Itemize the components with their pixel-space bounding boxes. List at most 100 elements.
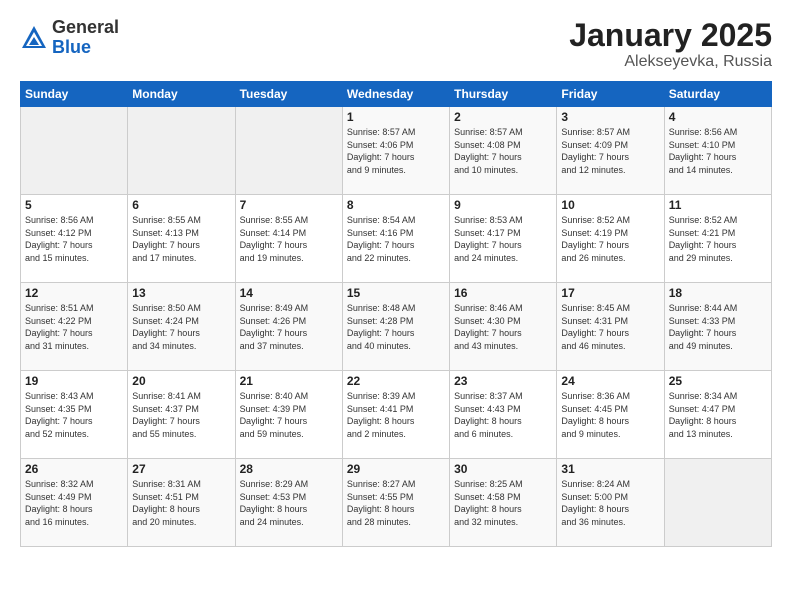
day-info: Sunrise: 8:44 AM Sunset: 4:33 PM Dayligh… <box>669 302 767 352</box>
day-info: Sunrise: 8:41 AM Sunset: 4:37 PM Dayligh… <box>132 390 230 440</box>
table-row: 29 Sunrise: 8:27 AM Sunset: 4:55 PM Dayli… <box>342 459 449 547</box>
table-row: 21Sunrise: 8:40 AM Sunset: 4:39 PM Dayli… <box>235 371 342 459</box>
table-row <box>21 107 128 195</box>
table-row: 19Sunrise: 8:43 AM Sunset: 4:35 PM Dayli… <box>21 371 128 459</box>
table-row: 1 Sunrise: 8:57 AM Sunset: 4:06 PM Daylig… <box>342 107 449 195</box>
col-saturday: Saturday <box>664 82 771 107</box>
table-row: 31 Sunrise: 8:24 AM Sunset: 5:00 PM Dayli… <box>557 459 664 547</box>
day-info: Sunrise: 8:57 AM Sunset: 4:06 PM Dayligh… <box>347 126 445 176</box>
table-row: 25 Sunrise: 8:34 AM Sunset: 4:47 PM Dayli… <box>664 371 771 459</box>
day-info: Sunrise: 8:46 AM Sunset: 4:30 PM Dayligh… <box>454 302 552 352</box>
table-row: 8Sunrise: 8:54 AM Sunset: 4:16 PM Daylig… <box>342 195 449 283</box>
day-number: 26 <box>25 462 123 476</box>
day-info: Sunrise: 8:56 AM Sunset: 4:10 PM Dayligh… <box>669 126 767 176</box>
day-number: 12 <box>25 286 123 300</box>
table-row <box>664 459 771 547</box>
table-row: 7 Sunrise: 8:55 AM Sunset: 4:14 PM Daylig… <box>235 195 342 283</box>
day-info: Sunrise: 8:52 AM Sunset: 4:21 PM Dayligh… <box>669 214 767 264</box>
table-row <box>128 107 235 195</box>
logo: General Blue <box>20 18 119 58</box>
table-row: 9Sunrise: 8:53 AM Sunset: 4:17 PM Daylig… <box>450 195 557 283</box>
day-number: 10 <box>561 198 659 212</box>
table-row: 16 Sunrise: 8:46 AM Sunset: 4:30 PM Dayli… <box>450 283 557 371</box>
logo-text: General Blue <box>52 18 119 58</box>
day-number: 25 <box>669 374 767 388</box>
day-info: Sunrise: 8:24 AM Sunset: 5:00 PM Dayligh… <box>561 478 659 528</box>
day-info: Sunrise: 8:39 AM Sunset: 4:41 PM Dayligh… <box>347 390 445 440</box>
day-number: 14 <box>240 286 338 300</box>
col-friday: Friday <box>557 82 664 107</box>
day-number: 31 <box>561 462 659 476</box>
day-info: Sunrise: 8:55 AM Sunset: 4:13 PM Dayligh… <box>132 214 230 264</box>
day-number: 16 <box>454 286 552 300</box>
day-info: Sunrise: 8:27 AM Sunset: 4:55 PM Dayligh… <box>347 478 445 528</box>
table-row: 2 Sunrise: 8:57 AM Sunset: 4:08 PM Daylig… <box>450 107 557 195</box>
day-info: Sunrise: 8:55 AM Sunset: 4:14 PM Dayligh… <box>240 214 338 264</box>
table-row: 18Sunrise: 8:44 AM Sunset: 4:33 PM Dayli… <box>664 283 771 371</box>
table-row: 15 Sunrise: 8:48 AM Sunset: 4:28 PM Dayli… <box>342 283 449 371</box>
table-row: 3Sunrise: 8:57 AM Sunset: 4:09 PM Daylig… <box>557 107 664 195</box>
day-number: 15 <box>347 286 445 300</box>
day-number: 6 <box>132 198 230 212</box>
col-thursday: Thursday <box>450 82 557 107</box>
day-info: Sunrise: 8:49 AM Sunset: 4:26 PM Dayligh… <box>240 302 338 352</box>
table-row: 23Sunrise: 8:37 AM Sunset: 4:43 PM Dayli… <box>450 371 557 459</box>
table-row: 11Sunrise: 8:52 AM Sunset: 4:21 PM Dayli… <box>664 195 771 283</box>
table-row: 12Sunrise: 8:51 AM Sunset: 4:22 PM Dayli… <box>21 283 128 371</box>
day-number: 21 <box>240 374 338 388</box>
header: General Blue January 2025 Alekseyevka, R… <box>20 18 772 71</box>
day-number: 1 <box>347 110 445 124</box>
day-number: 5 <box>25 198 123 212</box>
day-number: 19 <box>25 374 123 388</box>
logo-icon <box>20 24 48 52</box>
calendar-week-row: 12Sunrise: 8:51 AM Sunset: 4:22 PM Dayli… <box>21 283 772 371</box>
title-block: January 2025 Alekseyevka, Russia <box>569 18 772 71</box>
calendar-week-row: 26 Sunrise: 8:32 AM Sunset: 4:49 PM Dayli… <box>21 459 772 547</box>
day-number: 29 <box>347 462 445 476</box>
calendar-week-row: 1 Sunrise: 8:57 AM Sunset: 4:06 PM Daylig… <box>21 107 772 195</box>
table-row: 22 Sunrise: 8:39 AM Sunset: 4:41 PM Dayli… <box>342 371 449 459</box>
calendar-table: Sunday Monday Tuesday Wednesday Thursday… <box>20 81 772 547</box>
table-row: 6 Sunrise: 8:55 AM Sunset: 4:13 PM Daylig… <box>128 195 235 283</box>
table-row: 20Sunrise: 8:41 AM Sunset: 4:37 PM Dayli… <box>128 371 235 459</box>
page: General Blue January 2025 Alekseyevka, R… <box>0 0 792 612</box>
day-number: 27 <box>132 462 230 476</box>
day-info: Sunrise: 8:57 AM Sunset: 4:08 PM Dayligh… <box>454 126 552 176</box>
table-row: 10Sunrise: 8:52 AM Sunset: 4:19 PM Dayli… <box>557 195 664 283</box>
day-info: Sunrise: 8:48 AM Sunset: 4:28 PM Dayligh… <box>347 302 445 352</box>
table-row: 17 Sunrise: 8:45 AM Sunset: 4:31 PM Dayli… <box>557 283 664 371</box>
table-row: 27Sunrise: 8:31 AM Sunset: 4:51 PM Dayli… <box>128 459 235 547</box>
day-number: 22 <box>347 374 445 388</box>
table-row: 26 Sunrise: 8:32 AM Sunset: 4:49 PM Dayli… <box>21 459 128 547</box>
calendar-header-row: Sunday Monday Tuesday Wednesday Thursday… <box>21 82 772 107</box>
col-sunday: Sunday <box>21 82 128 107</box>
day-number: 30 <box>454 462 552 476</box>
day-info: Sunrise: 8:53 AM Sunset: 4:17 PM Dayligh… <box>454 214 552 264</box>
table-row: 13Sunrise: 8:50 AM Sunset: 4:24 PM Dayli… <box>128 283 235 371</box>
day-info: Sunrise: 8:36 AM Sunset: 4:45 PM Dayligh… <box>561 390 659 440</box>
day-number: 23 <box>454 374 552 388</box>
calendar-week-row: 19Sunrise: 8:43 AM Sunset: 4:35 PM Dayli… <box>21 371 772 459</box>
table-row: 5Sunrise: 8:56 AM Sunset: 4:12 PM Daylig… <box>21 195 128 283</box>
table-row: 4Sunrise: 8:56 AM Sunset: 4:10 PM Daylig… <box>664 107 771 195</box>
table-row: 24Sunrise: 8:36 AM Sunset: 4:45 PM Dayli… <box>557 371 664 459</box>
day-info: Sunrise: 8:50 AM Sunset: 4:24 PM Dayligh… <box>132 302 230 352</box>
day-info: Sunrise: 8:32 AM Sunset: 4:49 PM Dayligh… <box>25 478 123 528</box>
table-row <box>235 107 342 195</box>
day-number: 17 <box>561 286 659 300</box>
col-wednesday: Wednesday <box>342 82 449 107</box>
col-tuesday: Tuesday <box>235 82 342 107</box>
day-number: 28 <box>240 462 338 476</box>
day-info: Sunrise: 8:29 AM Sunset: 4:53 PM Dayligh… <box>240 478 338 528</box>
day-number: 2 <box>454 110 552 124</box>
col-monday: Monday <box>128 82 235 107</box>
month-title: January 2025 <box>569 18 772 53</box>
day-info: Sunrise: 8:34 AM Sunset: 4:47 PM Dayligh… <box>669 390 767 440</box>
day-info: Sunrise: 8:25 AM Sunset: 4:58 PM Dayligh… <box>454 478 552 528</box>
day-info: Sunrise: 8:45 AM Sunset: 4:31 PM Dayligh… <box>561 302 659 352</box>
day-info: Sunrise: 8:57 AM Sunset: 4:09 PM Dayligh… <box>561 126 659 176</box>
logo-general-text: General <box>52 18 119 38</box>
day-number: 7 <box>240 198 338 212</box>
table-row: 30 Sunrise: 8:25 AM Sunset: 4:58 PM Dayli… <box>450 459 557 547</box>
table-row: 14 Sunrise: 8:49 AM Sunset: 4:26 PM Dayli… <box>235 283 342 371</box>
